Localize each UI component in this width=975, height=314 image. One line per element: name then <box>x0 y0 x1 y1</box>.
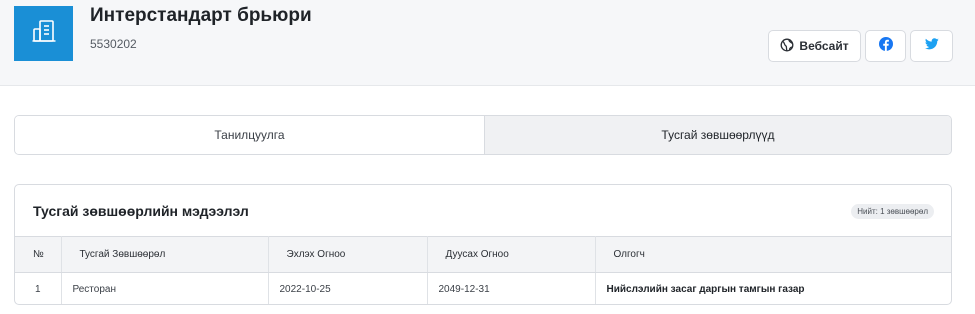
twitter-icon <box>924 37 939 55</box>
cell-issuer: Нийслэлийн засаг даргын тамгын газар <box>606 283 805 295</box>
company-header: Интерстандарт брьюри 5530202 Вебсайт <box>0 0 975 86</box>
table-row: 1 Ресторан 2022-10-25 2049-12-31 Нийслэл… <box>15 272 951 304</box>
column-header-license-type: Тусгай Зөвшөөрөл <box>61 236 269 273</box>
tab-special-licenses[interactable]: Тусгай зөвшөөрлүүд <box>484 116 951 154</box>
globe-icon <box>780 38 794 55</box>
column-header-start-date: Эхлэх Огноо <box>268 236 428 273</box>
license-section-title: Тусгай зөвшөөрлийн мэдээлэл <box>33 203 249 219</box>
column-header-number: № <box>15 236 62 273</box>
company-name: Интерстандарт брьюри <box>90 5 312 26</box>
company-logo <box>14 6 73 61</box>
facebook-icon <box>878 36 893 56</box>
cell-end-date: 2049-12-31 <box>427 272 596 304</box>
section-tabs: Танилцуулга Тусгай зөвшөөрлүүд <box>14 115 952 155</box>
twitter-button[interactable] <box>910 30 953 62</box>
license-table: № Тусгай Зөвшөөрөл Эхлэх Огноо Дуусах Ог… <box>15 236 951 304</box>
building-icon <box>31 19 57 48</box>
cell-license-type: Ресторан <box>61 272 269 304</box>
license-count-badge: Нийт: 1 зөвшөөрөл <box>851 204 934 219</box>
facebook-button[interactable] <box>865 30 906 62</box>
website-button-label: Вебсайт <box>799 39 849 53</box>
license-info-card: Тусгай зөвшөөрлийн мэдээлэл Нийт: 1 зөвш… <box>14 184 952 305</box>
table-header-row: № Тусгай Зөвшөөрөл Эхлэх Огноо Дуусах Ог… <box>15 236 951 273</box>
column-header-issuer: Олгогч <box>595 236 951 273</box>
company-registration-number: 5530202 <box>90 37 137 51</box>
cell-start-date: 2022-10-25 <box>268 272 428 304</box>
column-header-end-date: Дуусах Огноо <box>427 236 596 273</box>
cell-number: 1 <box>15 272 62 304</box>
tab-introduction[interactable]: Танилцуулга <box>15 116 484 154</box>
website-button[interactable]: Вебсайт <box>768 30 861 62</box>
